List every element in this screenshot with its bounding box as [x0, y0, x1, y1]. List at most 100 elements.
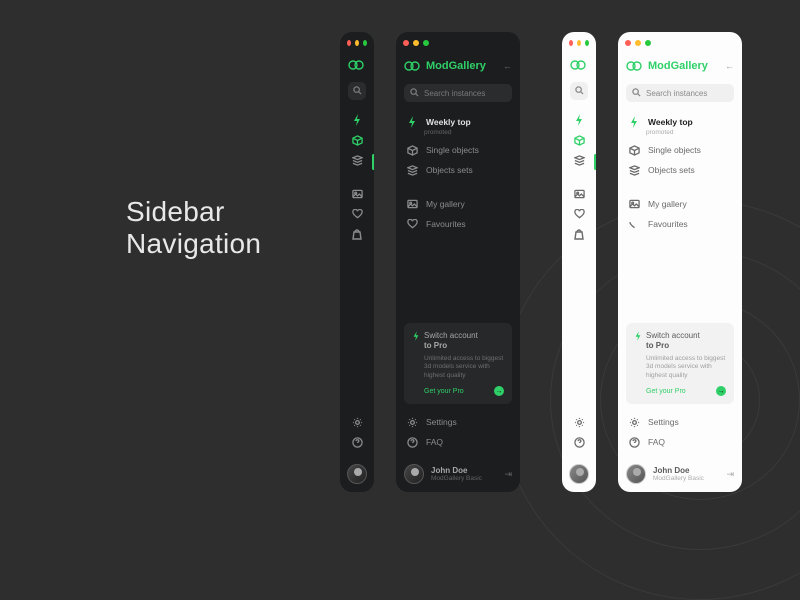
nav-weekly[interactable] [348, 110, 366, 130]
gear-icon [406, 416, 418, 428]
nav-settings[interactable]: Settings [404, 412, 512, 432]
help-icon [628, 436, 640, 448]
gear-icon [573, 416, 585, 428]
nav-sets[interactable]: Objects sets [404, 160, 512, 180]
arrow-icon: → [494, 386, 504, 396]
nav-single[interactable] [348, 130, 366, 150]
avatar [347, 464, 367, 484]
promo-card[interactable]: Switch accountto Pro Unlimited access to… [404, 323, 512, 404]
cube-icon [573, 134, 585, 146]
nav-faq[interactable]: FAQ [626, 432, 734, 452]
avatar [626, 464, 646, 484]
nav-settings[interactable] [570, 412, 588, 432]
nav-sets[interactable] [348, 150, 366, 170]
nav-gallery[interactable] [348, 184, 366, 204]
heart-icon [573, 208, 585, 220]
user-profile[interactable] [562, 464, 596, 484]
heart-icon [351, 208, 363, 220]
brand-name: ModGallery [648, 60, 708, 72]
avatar [569, 464, 589, 484]
stack-icon [573, 154, 585, 166]
gear-icon [628, 416, 640, 428]
search-icon [575, 86, 584, 97]
arrow-icon: → [716, 386, 726, 396]
promo-title: Switch accountto Pro [646, 331, 726, 351]
nav-single[interactable]: Single objects [626, 140, 734, 160]
nav-gallery[interactable] [570, 184, 588, 204]
nav-sets[interactable] [570, 150, 588, 170]
heart-icon [406, 218, 418, 230]
promo-cta[interactable]: Get your Pro→ [424, 386, 504, 396]
promo-title: Switch accountto Pro [424, 331, 504, 351]
sidebar-light-expanded: ModGallery ← Search instances Weekly top… [618, 32, 742, 492]
search-input[interactable]: Search instances [404, 84, 512, 102]
brand-logo[interactable] [562, 58, 596, 82]
help-icon [573, 436, 585, 448]
image-icon [351, 188, 363, 200]
nav-favourites[interactable] [570, 204, 588, 224]
nav-single[interactable] [570, 130, 588, 150]
user-profile[interactable]: John DoeModGallery Basic ⇥ [618, 464, 742, 484]
logout-icon[interactable]: ⇥ [504, 469, 512, 480]
bolt-icon [406, 116, 418, 128]
cube-icon [406, 144, 418, 156]
promo-desc: Unlimited access to biggest 3d models se… [646, 355, 726, 380]
bolt-icon [634, 331, 642, 343]
user-profile[interactable] [340, 464, 374, 484]
bag-icon [351, 228, 363, 240]
nav-cart[interactable] [570, 224, 588, 244]
promo-desc: Unlimited access to biggest 3d models se… [424, 355, 504, 380]
brand-logo[interactable] [340, 58, 374, 82]
collapse-icon[interactable]: ← [725, 61, 734, 71]
page-heading: Sidebar Navigation [126, 196, 261, 260]
nav-sets[interactable]: Objects sets [626, 160, 734, 180]
nav-weekly[interactable] [570, 110, 588, 130]
stack-icon [351, 154, 363, 166]
brand-name: ModGallery [426, 60, 486, 72]
nav-favourites[interactable]: Favourites [626, 214, 734, 234]
nav-faq[interactable] [570, 432, 588, 452]
search-icon [632, 88, 641, 99]
nav-faq[interactable]: FAQ [404, 432, 512, 452]
search-input[interactable]: Search instances [626, 84, 734, 102]
bolt-icon [573, 114, 585, 126]
image-icon [573, 188, 585, 200]
promo-card[interactable]: Switch accountto Pro Unlimited access to… [626, 323, 734, 404]
search-input[interactable] [348, 82, 366, 100]
sidebar-light-collapsed [562, 32, 596, 492]
nav-gallery[interactable]: My gallery [404, 194, 512, 214]
search-icon [353, 86, 362, 97]
sidebar-dark-collapsed [340, 32, 374, 492]
gear-icon [351, 416, 363, 428]
brand-row[interactable]: ModGallery ← [396, 58, 520, 84]
nav-faq[interactable] [348, 432, 366, 452]
nav-favourites[interactable] [348, 204, 366, 224]
nav-cart[interactable] [348, 224, 366, 244]
heart-icon [628, 218, 640, 230]
nav-settings[interactable]: Settings [626, 412, 734, 432]
window-controls[interactable] [396, 32, 520, 58]
nav-gallery[interactable]: My gallery [626, 194, 734, 214]
window-controls[interactable] [340, 32, 374, 58]
logo-icon [404, 61, 420, 71]
nav-favourites[interactable]: Favourites [404, 214, 512, 234]
bolt-icon [412, 331, 420, 343]
collapse-icon[interactable]: ← [503, 61, 512, 71]
image-icon [628, 198, 640, 210]
window-controls[interactable] [562, 32, 596, 58]
nav-single[interactable]: Single objects [404, 140, 512, 160]
logo-icon [626, 61, 642, 71]
user-profile[interactable]: John DoeModGallery Basic ⇥ [396, 464, 520, 484]
avatar [404, 464, 424, 484]
promo-cta[interactable]: Get your Pro→ [646, 386, 726, 396]
brand-row[interactable]: ModGallery ← [618, 58, 742, 84]
window-controls[interactable] [618, 32, 742, 58]
nav-weekly-sub: promoted [424, 129, 512, 136]
help-icon [351, 436, 363, 448]
search-input[interactable] [570, 82, 588, 100]
logout-icon[interactable]: ⇥ [726, 469, 734, 480]
cube-icon [628, 144, 640, 156]
nav-settings[interactable] [348, 412, 366, 432]
image-icon [406, 198, 418, 210]
search-icon [410, 88, 419, 99]
